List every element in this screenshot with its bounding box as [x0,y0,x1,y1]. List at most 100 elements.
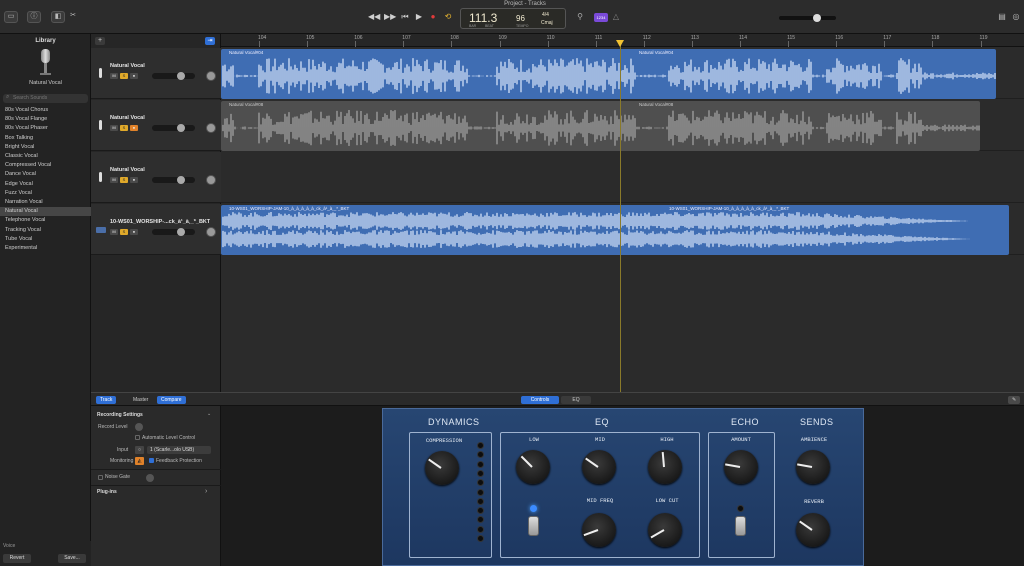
master-volume-thumb[interactable] [813,14,821,22]
audio-region[interactable]: Natural Vocal#08 Natural Vocal#08 [221,101,980,151]
library-search-input[interactable]: Search Sounds [3,94,88,103]
low-knob[interactable] [516,450,550,484]
track-header[interactable]: 10-WS01_WORSHIP-...ck_à¹_à¸_*_BKT M S ● [91,204,221,255]
noise-gate-knob[interactable] [146,474,154,482]
ambience-knob[interactable] [796,450,830,484]
library-item[interactable]: Experimental [0,244,91,253]
library-item[interactable]: Dance Vocal [0,170,91,179]
solo-button[interactable]: S [120,125,128,131]
track-volume-slider[interactable] [152,176,195,184]
rewind-button[interactable]: ◀◀ [368,12,380,22]
track-volume-slider[interactable] [152,124,195,132]
mute-button[interactable]: M [110,177,118,183]
track-header[interactable]: Natural Vocal M S ● [91,152,221,203]
audio-region[interactable]: 10-WS01_WORSHIP-JAM-10_à_à_à_à_à_ck_à¹_à… [221,205,1009,255]
pan-knob[interactable] [206,71,216,81]
notepad-icon[interactable]: ▤ [996,12,1008,22]
chevron-right-icon[interactable]: › [205,488,207,495]
scissors-icon[interactable]: ✂ [66,11,80,23]
library-toggle-icon[interactable]: ▭ [4,11,18,23]
track-name[interactable]: 10-WS01_WORSHIP-...ck_à¹_à¸_*_BKT [110,219,210,225]
high-knob[interactable] [648,450,682,484]
echo-toggle-switch[interactable] [735,516,746,536]
input-mono-icon[interactable]: ○ [135,446,144,454]
library-item[interactable]: Classic Vocal [0,152,91,161]
pan-knob[interactable] [206,227,216,237]
record-enable-button[interactable]: ● [130,177,138,183]
go-to-start-button[interactable]: ⏮ [399,12,411,22]
audio-region[interactable]: Natural Vocal#04 Natural Vocal#04 [221,49,996,99]
count-in-button[interactable]: 1234 [594,13,608,22]
forward-button[interactable]: ▶▶ [384,12,396,22]
play-button[interactable]: ▶ [413,12,425,22]
library-item[interactable]: 80s Vocal Flange [0,115,91,124]
tuner-icon[interactable]: ⚲ [574,12,586,22]
solo-button[interactable]: S [120,73,128,79]
solo-button[interactable]: S [120,229,128,235]
library-item[interactable]: Bright Vocal [0,143,91,152]
record-enable-button[interactable]: ● [130,73,138,79]
library-item[interactable]: Fuzz Vocal [0,189,91,198]
compression-knob[interactable] [425,451,459,485]
library-item[interactable]: Compressed Vocal [0,161,91,170]
library-item[interactable]: Narration Vocal [0,198,91,207]
info-icon[interactable]: ✎ [1008,396,1021,404]
lcd-display[interactable]: 111.3 BAR BEAT 96 TEMPO 4/4 Cmaj [460,8,566,29]
feedback-protection-checkbox[interactable] [149,458,154,463]
loop-browser-icon[interactable]: ◎ [1010,12,1022,22]
library-item[interactable]: Telephone Vocal [0,216,91,225]
tab-track[interactable]: Track [96,396,117,404]
plugins-header[interactable]: Plug-ins [97,489,117,495]
mid-knob[interactable] [582,450,616,484]
pan-knob[interactable] [206,123,216,133]
mute-button[interactable]: M [110,229,118,235]
catch-playhead-button[interactable]: ⇥ [205,37,215,45]
tab-master[interactable]: Master [129,396,152,404]
volume-thumb[interactable] [177,72,185,80]
master-volume-slider[interactable] [779,14,836,22]
record-enable-button[interactable]: ● [130,229,138,235]
chevron-down-icon[interactable]: ⌄ [207,411,211,417]
library-item[interactable]: Natural Vocal [0,207,91,217]
mute-button[interactable]: M [110,73,118,79]
track-header[interactable]: Natural Vocal M S ● [91,100,221,151]
track-lane[interactable] [221,152,1024,203]
library-item[interactable]: Tube Vocal [0,235,91,244]
volume-thumb[interactable] [177,124,185,132]
pan-knob[interactable] [206,175,216,185]
volume-thumb[interactable] [177,176,185,184]
low-cut-knob[interactable] [648,513,682,547]
track-volume-slider[interactable] [152,72,195,80]
echo-amount-knob[interactable] [724,450,758,484]
record-button[interactable]: ● [427,12,439,22]
recording-settings-header[interactable]: Recording Settings [97,412,143,418]
solo-button[interactable]: S [120,177,128,183]
library-item[interactable]: 80s Vocal Phaser [0,124,91,133]
add-track-button[interactable]: + [95,37,105,45]
reverb-knob[interactable] [796,513,830,547]
tab-controls[interactable]: Controls [521,396,559,404]
library-item[interactable]: Tracking Vocal [0,226,91,235]
monitoring-toggle[interactable]: ◭ [135,457,144,465]
library-item[interactable]: 80s Vocal Chorus [0,106,91,115]
track-header[interactable]: Natural Vocal M S ● [91,48,221,99]
record-level-knob[interactable] [135,423,143,431]
noise-gate-checkbox[interactable] [98,475,103,480]
save-button[interactable]: Save... [58,554,86,563]
library-item[interactable]: Edge Vocal [0,180,91,189]
revert-button[interactable]: Revert [3,554,31,563]
track-name[interactable]: Natural Vocal [110,115,210,121]
compare-button[interactable]: Compare [157,396,186,404]
eq-toggle-switch[interactable] [528,516,539,536]
metronome-icon[interactable]: △ [610,12,622,22]
smart-controls-icon[interactable]: ◧ [51,11,65,23]
mid-freq-knob[interactable] [582,513,616,547]
track-name[interactable]: Natural Vocal [110,63,210,69]
track-name[interactable]: Natural Vocal [110,167,210,173]
library-item[interactable]: Box Talking [0,134,91,143]
input-select[interactable]: 1 (Scarle...olo USB) [147,446,211,454]
cycle-button[interactable]: ⟲ [442,12,454,22]
record-enable-button[interactable]: ● [130,125,138,131]
volume-thumb[interactable] [177,228,185,236]
tab-eq[interactable]: EQ [561,396,591,404]
